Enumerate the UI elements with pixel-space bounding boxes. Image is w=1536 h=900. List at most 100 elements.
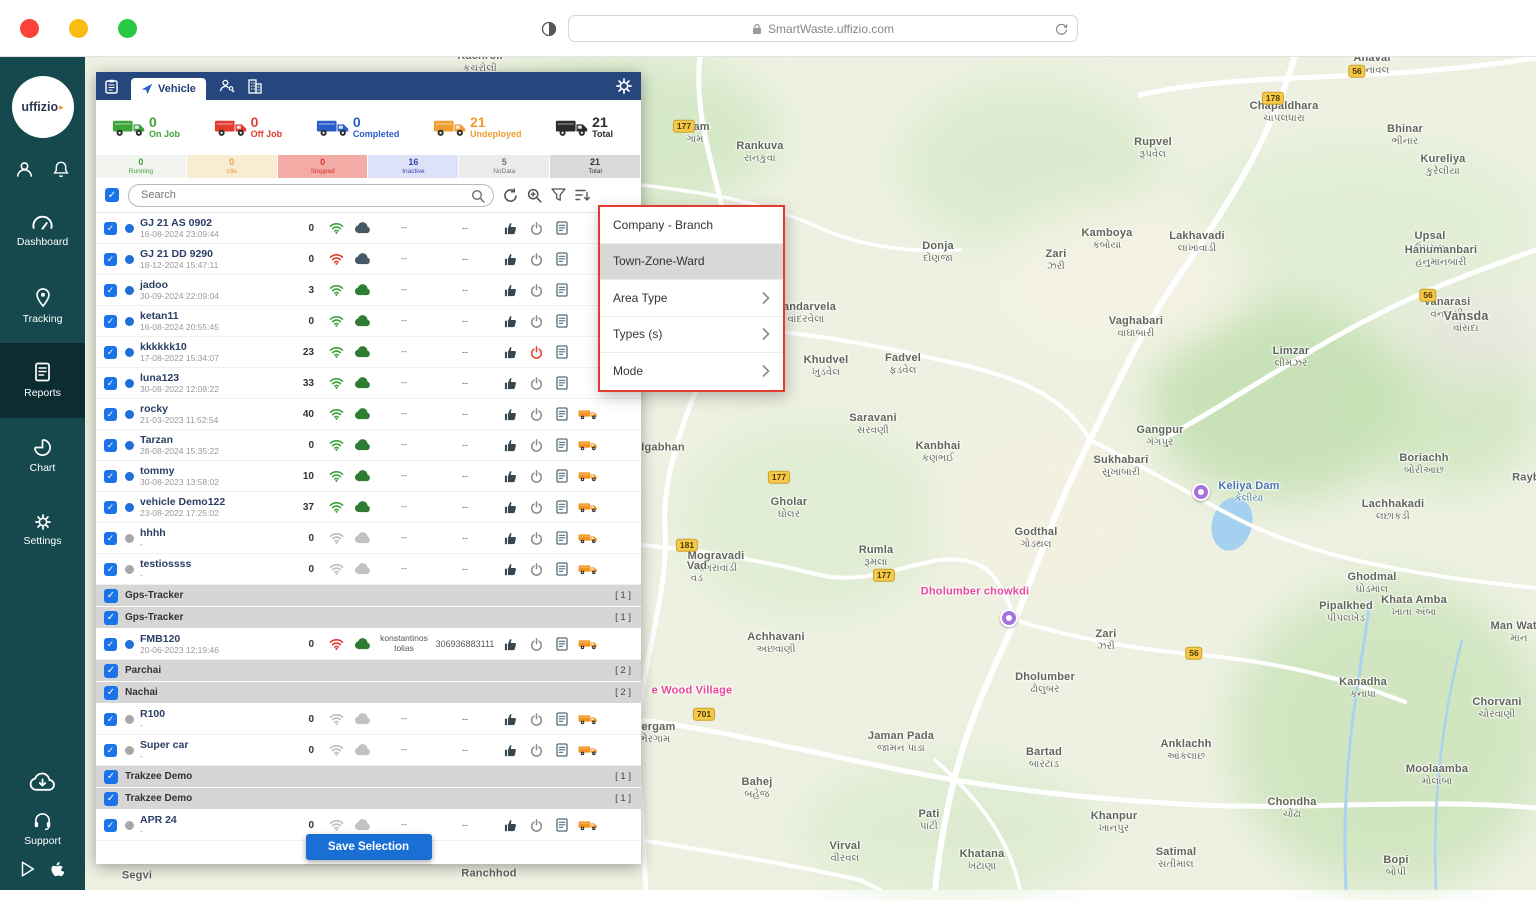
thumbs-up-icon[interactable]	[497, 222, 523, 235]
notifications-bell-icon[interactable]	[52, 160, 70, 179]
vehicle-row[interactable]: ✓tommy30-08-2023 13:58:0210----	[96, 461, 641, 492]
add-search-icon[interactable]	[527, 188, 542, 203]
cloud-download-icon[interactable]	[29, 772, 56, 791]
row-checkbox[interactable]: ✓	[104, 470, 117, 483]
sidebar-item-support[interactable]: Support	[0, 801, 85, 857]
reload-icon[interactable]	[1055, 23, 1068, 36]
row-checkbox[interactable]: ✓	[104, 501, 117, 514]
group-checkbox[interactable]: ✓	[104, 792, 118, 806]
thumbs-up-icon[interactable]	[497, 744, 523, 757]
power-icon[interactable]	[523, 563, 549, 576]
status-filter-nodata[interactable]: 5NoData	[459, 155, 550, 178]
vehicle-row[interactable]: ✓FMB12020-06-2023 12:19:460konstantinos …	[96, 629, 641, 660]
power-icon[interactable]	[523, 346, 549, 359]
thumbs-up-icon[interactable]	[497, 819, 523, 832]
context-menu-item-town-zone-ward[interactable]: Town-Zone-Ward	[600, 244, 783, 281]
context-menu-item-area-type[interactable]: Area Type	[600, 280, 783, 317]
apple-icon[interactable]	[49, 861, 64, 878]
status-filter-inactive[interactable]: 16Inactive	[368, 155, 459, 178]
thumbs-up-icon[interactable]	[497, 284, 523, 297]
status-filter-idle[interactable]: 0Idle	[187, 155, 278, 178]
report-icon[interactable]	[549, 345, 575, 359]
thumbs-up-icon[interactable]	[497, 532, 523, 545]
context-menu-item-types-s[interactable]: Types (s)	[600, 317, 783, 354]
row-checkbox[interactable]: ✓	[104, 408, 117, 421]
thumbs-up-icon[interactable]	[497, 638, 523, 651]
sidebar-item-reports[interactable]: Reports	[0, 343, 85, 418]
group-checkbox[interactable]: ✓	[104, 770, 118, 784]
thumbs-up-icon[interactable]	[497, 439, 523, 452]
thumbs-up-icon[interactable]	[497, 501, 523, 514]
power-icon[interactable]	[523, 377, 549, 390]
report-icon[interactable]	[549, 637, 575, 651]
row-checkbox[interactable]: ✓	[104, 744, 117, 757]
row-checkbox[interactable]: ✓	[104, 284, 117, 297]
row-checkbox[interactable]: ✓	[104, 439, 117, 452]
refresh-icon[interactable]	[503, 188, 518, 203]
report-icon[interactable]	[549, 743, 575, 757]
power-icon[interactable]	[523, 819, 549, 832]
group-row[interactable]: ✓Gps-Tracker[ 1 ]	[96, 585, 641, 607]
group-checkbox[interactable]: ✓	[104, 611, 118, 625]
thumbs-up-icon[interactable]	[497, 713, 523, 726]
google-play-icon[interactable]	[21, 861, 35, 878]
sidebar-item-dashboard[interactable]: Dashboard	[0, 193, 85, 268]
driver-tab-icon[interactable]	[219, 78, 235, 94]
address-bar[interactable]: SmartWaste.uffizio.com	[568, 15, 1078, 42]
context-menu-item-mode[interactable]: Mode	[600, 353, 783, 390]
power-icon[interactable]	[523, 470, 549, 483]
power-icon[interactable]	[523, 744, 549, 757]
report-icon[interactable]	[549, 531, 575, 545]
vehicle-row[interactable]: ✓GJ 21 DD 929018-12-2024 15:47:110----	[96, 244, 641, 275]
power-icon[interactable]	[523, 284, 549, 297]
power-icon[interactable]	[523, 408, 549, 421]
power-icon[interactable]	[523, 439, 549, 452]
row-checkbox[interactable]: ✓	[104, 222, 117, 235]
row-checkbox[interactable]: ✓	[104, 819, 117, 832]
vehicle-row[interactable]: ✓Tarzan28-08-2024 15:35:220----	[96, 430, 641, 461]
status-filter-stopped[interactable]: 0Stopped	[278, 155, 369, 178]
vehicle-row[interactable]: ✓testiossss-0----	[96, 554, 641, 585]
sidebar-item-chart[interactable]: Chart	[0, 418, 85, 493]
zoom-window-button[interactable]	[118, 19, 137, 38]
vehicle-row[interactable]: ✓jadoo30-09-2024 22:09:043----	[96, 275, 641, 306]
row-checkbox[interactable]: ✓	[104, 713, 117, 726]
power-icon[interactable]	[523, 713, 549, 726]
thumbs-up-icon[interactable]	[497, 253, 523, 266]
power-icon[interactable]	[523, 315, 549, 328]
thumbs-up-icon[interactable]	[497, 315, 523, 328]
report-icon[interactable]	[549, 407, 575, 421]
thumbs-up-icon[interactable]	[497, 346, 523, 359]
row-checkbox[interactable]: ✓	[104, 253, 117, 266]
report-icon[interactable]	[549, 818, 575, 832]
group-checkbox[interactable]: ✓	[104, 589, 118, 603]
row-checkbox[interactable]: ✓	[104, 346, 117, 359]
group-row[interactable]: ✓Parchai[ 2 ]	[96, 660, 641, 682]
search-icon[interactable]	[471, 189, 485, 203]
row-checkbox[interactable]: ✓	[104, 563, 117, 576]
thumbs-up-icon[interactable]	[497, 377, 523, 390]
group-checkbox[interactable]: ✓	[104, 686, 118, 700]
thumbs-up-icon[interactable]	[497, 563, 523, 576]
vehicle-row[interactable]: ✓kkkkkk1017-08-2022 15:34:0723----	[96, 337, 641, 368]
report-icon[interactable]	[549, 500, 575, 514]
report-icon[interactable]	[549, 283, 575, 297]
thumbs-up-icon[interactable]	[497, 470, 523, 483]
row-checkbox[interactable]: ✓	[104, 315, 117, 328]
sort-icon[interactable]	[575, 188, 590, 202]
vehicle-row[interactable]: ✓vehicle Demo12223-08-2022 17:25:0237---…	[96, 492, 641, 523]
context-menu-item-company-branch[interactable]: Company - Branch	[600, 207, 783, 244]
report-icon[interactable]	[549, 469, 575, 483]
power-icon[interactable]	[523, 532, 549, 545]
vehicle-row[interactable]: ✓Super car-0----	[96, 735, 641, 766]
report-icon[interactable]	[549, 438, 575, 452]
tab-vehicle[interactable]: Vehicle	[131, 78, 206, 100]
report-icon[interactable]	[549, 712, 575, 726]
row-checkbox[interactable]: ✓	[104, 638, 117, 651]
vehicle-row[interactable]: ✓GJ 21 AS 090216-08-2024 23:09:440----	[96, 213, 641, 244]
power-icon[interactable]	[523, 222, 549, 235]
user-icon[interactable]	[15, 160, 34, 179]
filter-funnel-icon[interactable]	[551, 188, 566, 202]
group-checkbox[interactable]: ✓	[104, 664, 118, 678]
group-row[interactable]: ✓Nachai[ 2 ]	[96, 682, 641, 704]
